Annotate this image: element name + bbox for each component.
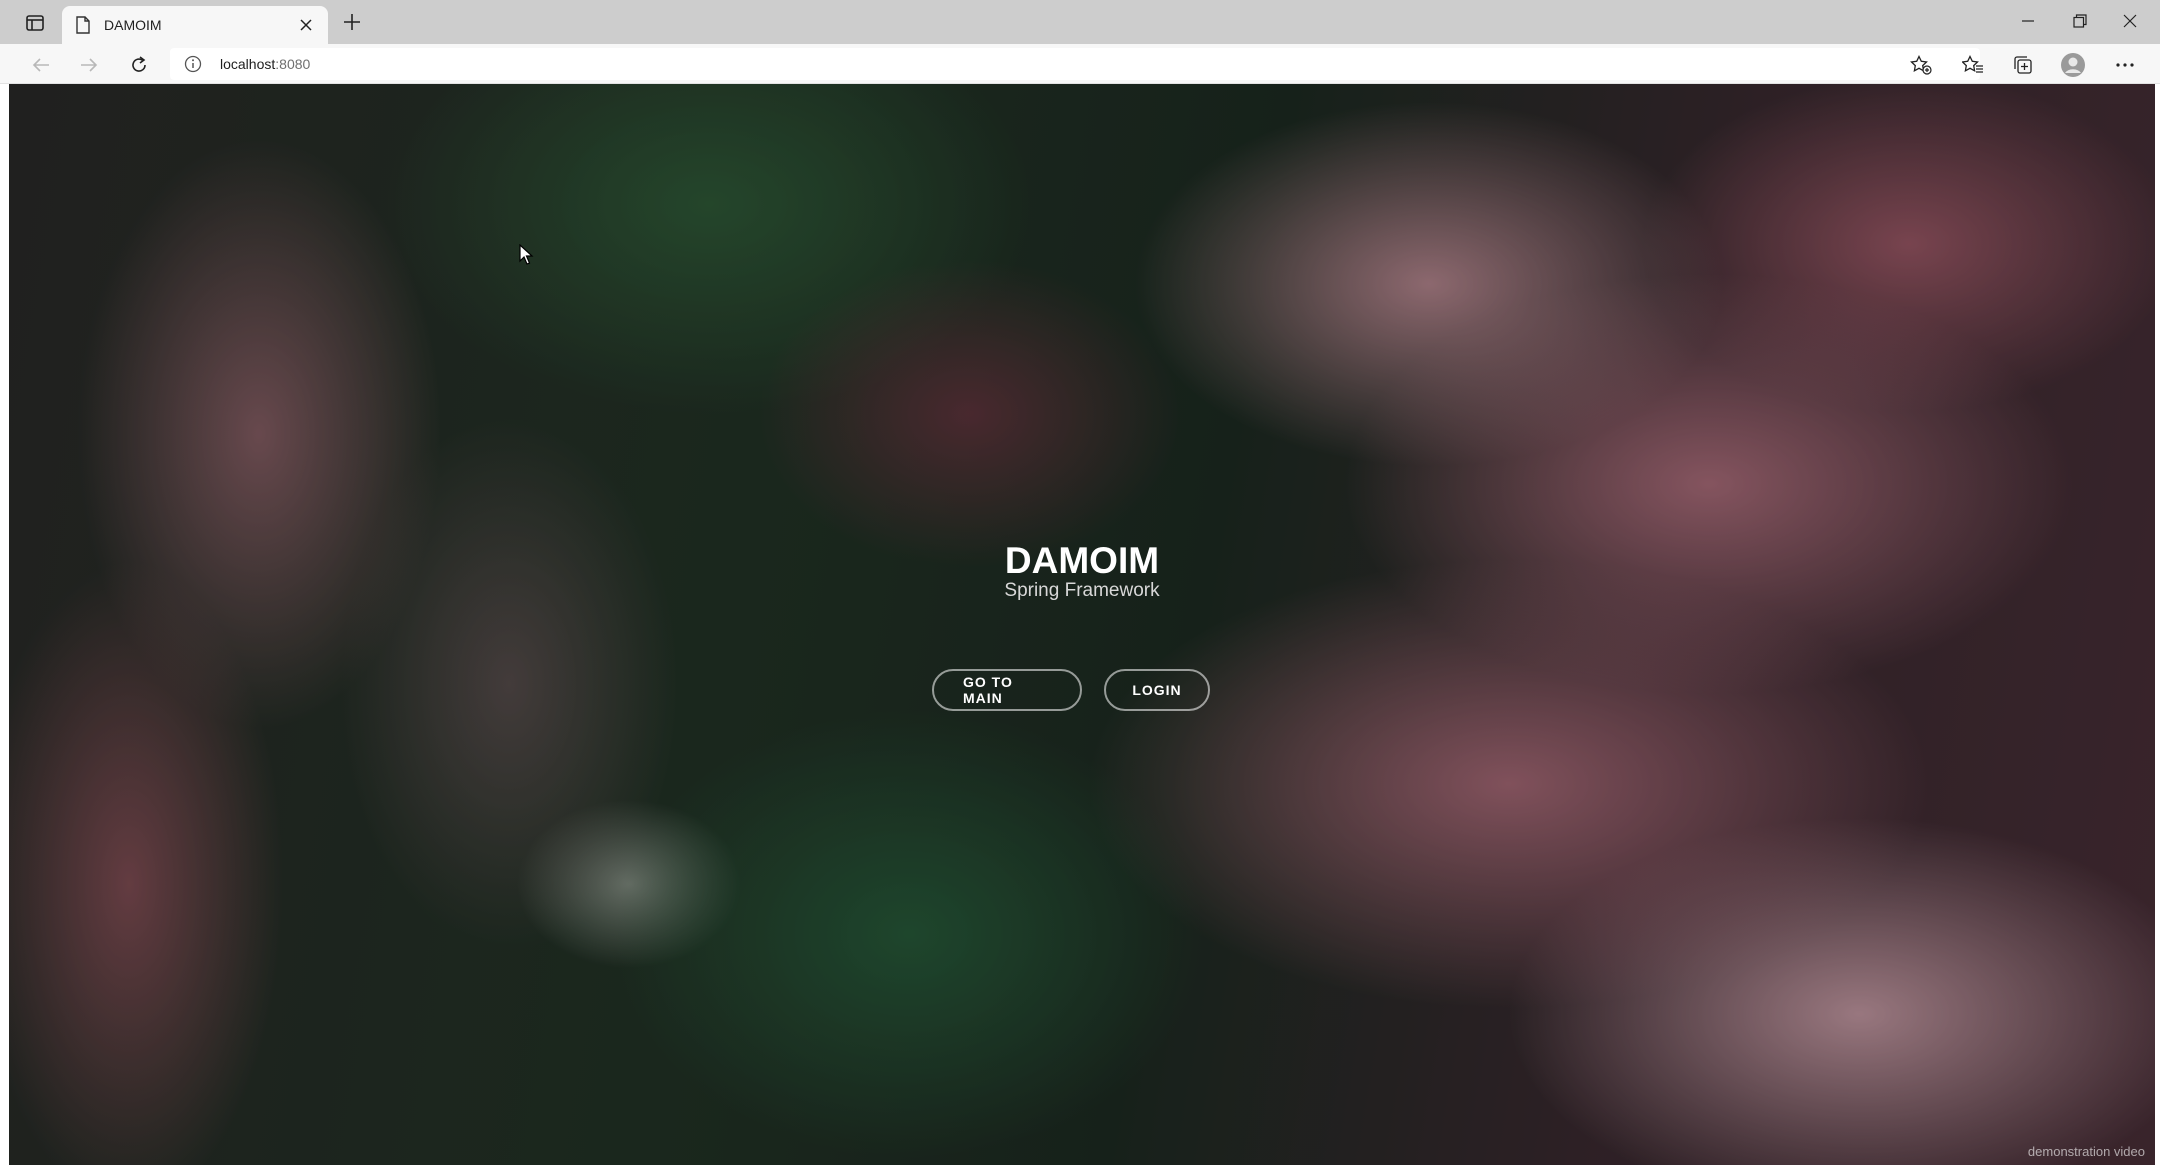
profile-avatar-icon[interactable] [2058,50,2088,80]
collections-icon[interactable] [2008,50,2038,80]
browser-toolbar: localhost:8080 [0,44,2160,84]
forward-arrow-icon[interactable] [74,50,104,80]
page-icon [76,16,94,36]
add-favorite-icon[interactable] [1906,50,1936,80]
tab-damoim[interactable]: DAMOIM [62,6,328,44]
video-caption: demonstration video [2027,1144,2145,1159]
close-icon[interactable] [296,15,316,35]
url-port: :8080 [275,56,311,72]
more-options-icon[interactable] [2110,50,2140,80]
tab-actions-icon[interactable] [20,8,50,38]
address-bar[interactable]: localhost:8080 [170,48,1980,80]
restore-icon[interactable] [2058,6,2102,36]
minimize-icon[interactable] [2006,6,2050,36]
back-arrow-icon[interactable] [26,50,56,80]
hero-buttons: GO TO MAIN LOGIN [9,669,2155,711]
info-icon[interactable] [184,55,202,73]
page-subtitle: Spring Framework [1004,580,1160,601]
browser-window: DAMOIM localhost:8080 DAMOIM Spring Fram… [0,0,2160,1165]
new-tab-icon[interactable] [338,8,366,36]
window-close-icon[interactable] [2108,6,2152,36]
tab-strip: DAMOIM [0,0,2160,44]
go-to-main-button[interactable]: GO TO MAIN [932,669,1082,711]
hero-section: DAMOIM Spring Framework [9,540,2155,602]
page-title: DAMOIM [1004,540,1160,581]
reload-icon[interactable] [124,50,154,80]
favorites-icon[interactable] [1958,50,1988,80]
url-text[interactable]: localhost:8080 [220,56,310,72]
tab-title: DAMOIM [104,17,162,33]
url-host: localhost [220,56,276,72]
background-overlay [9,84,2155,1165]
mouse-cursor-icon [519,243,535,266]
login-button[interactable]: LOGIN [1104,669,1210,711]
page-viewport: DAMOIM Spring Framework GO TO MAIN LOGIN… [9,84,2155,1165]
